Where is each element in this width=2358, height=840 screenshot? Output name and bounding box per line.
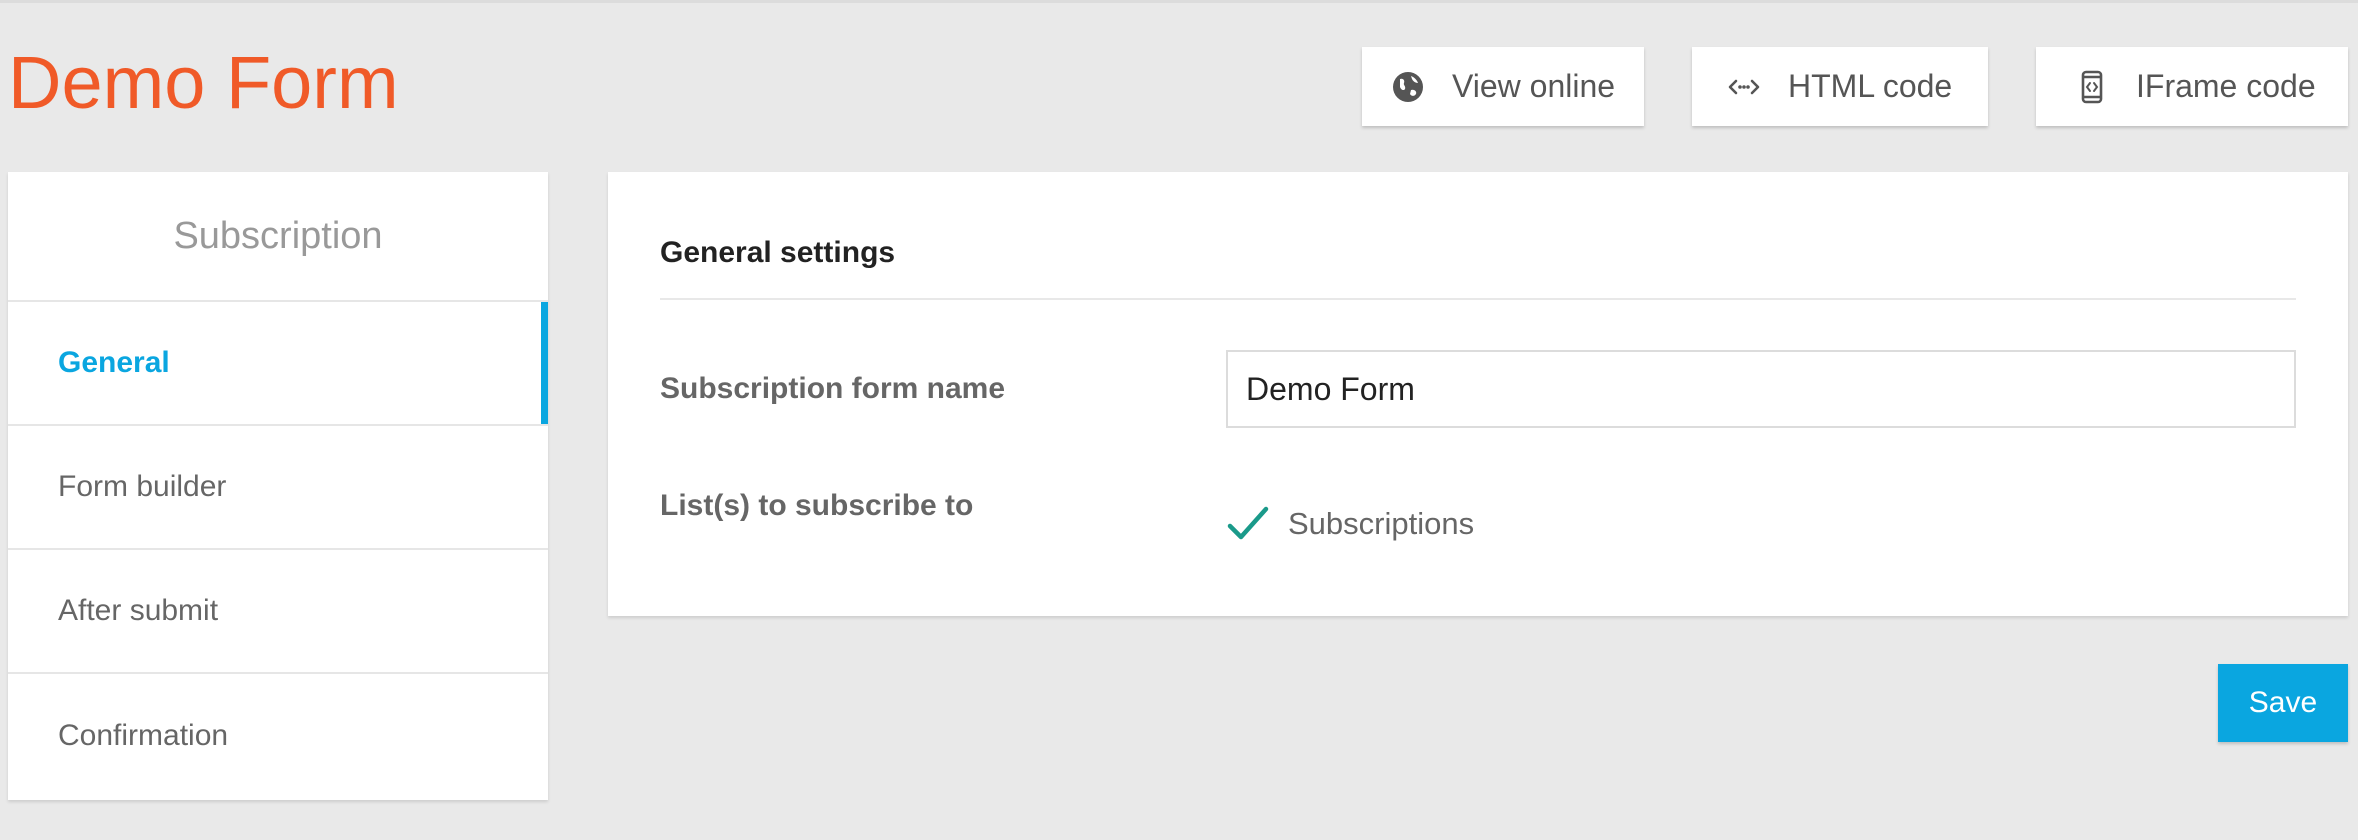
section-divider xyxy=(660,298,2296,300)
iframe-device-icon xyxy=(2074,69,2110,105)
form-name-input[interactable] xyxy=(1226,350,2296,428)
iframe-code-button[interactable]: IFrame code xyxy=(2036,47,2348,126)
sidebar-item-form-builder[interactable]: Form builder xyxy=(8,426,548,550)
globe-icon xyxy=(1390,69,1426,105)
html-code-label: HTML code xyxy=(1788,68,1953,104)
list-option-subscriptions[interactable]: Subscriptions xyxy=(1226,502,1474,546)
settings-sidebar: Subscription General Form builder After … xyxy=(8,172,548,800)
general-settings-panel: General settings Subscription form name … xyxy=(608,172,2348,616)
form-name-label: Subscription form name xyxy=(660,372,1006,405)
top-border xyxy=(0,0,2358,3)
sidebar-item-after-submit[interactable]: After submit xyxy=(8,550,548,674)
view-online-button[interactable]: View online xyxy=(1362,47,1644,126)
iframe-code-label: IFrame code xyxy=(2136,68,2316,104)
sidebar-item-label: After submit xyxy=(58,594,219,627)
list-option-label: Subscriptions xyxy=(1288,506,1475,541)
checkmark-icon[interactable] xyxy=(1226,502,1270,546)
view-online-label: View online xyxy=(1452,68,1616,104)
sidebar-item-label: General xyxy=(58,346,170,379)
sidebar-item-label: Form builder xyxy=(58,470,227,503)
code-icon xyxy=(1726,69,1762,105)
lists-label: List(s) to subscribe to xyxy=(660,489,974,522)
sidebar-item-confirmation[interactable]: Confirmation xyxy=(8,674,548,798)
sidebar-item-label: Confirmation xyxy=(58,719,229,752)
section-title: General settings xyxy=(660,236,896,269)
page-title: Demo Form xyxy=(8,41,399,124)
sidebar-header: Subscription xyxy=(8,172,548,302)
sidebar-item-general[interactable]: General xyxy=(8,302,548,426)
html-code-button[interactable]: HTML code xyxy=(1692,47,1988,126)
save-button[interactable]: Save xyxy=(2218,664,2348,742)
